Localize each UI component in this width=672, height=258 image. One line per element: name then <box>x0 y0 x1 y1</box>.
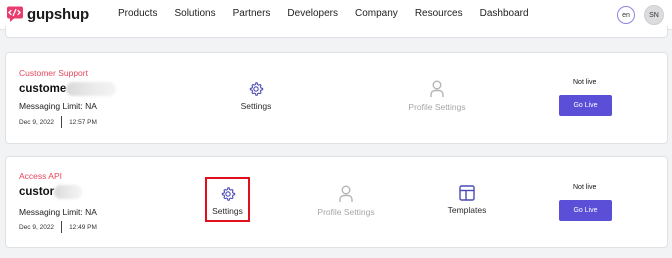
profile-settings-button[interactable]: Profile Settings <box>401 80 473 112</box>
date-divider <box>61 221 63 233</box>
brand-logo[interactable]: gupshup <box>6 5 89 23</box>
gear-icon <box>249 82 264 96</box>
go-live-button[interactable]: Go Live <box>559 200 612 221</box>
profile-settings-label: Profile Settings <box>317 207 375 217</box>
app-type-label: Access API <box>19 171 62 181</box>
app-name: custome <box>19 83 67 95</box>
nav-solutions[interactable]: Solutions <box>174 8 215 19</box>
app-card-partial <box>5 26 668 38</box>
go-live-button[interactable]: Go Live <box>559 95 612 116</box>
templates-label: Templates <box>447 205 487 215</box>
messaging-limit: Messaging Limit: NA <box>19 207 97 217</box>
nav-company[interactable]: Company <box>355 8 398 19</box>
app-card-customer-support: Customer Support custome Messaging Limit… <box>5 52 668 144</box>
gear-icon <box>221 187 235 201</box>
profile-settings-label: Profile Settings <box>408 102 466 112</box>
nav-partners[interactable]: Partners <box>233 8 271 19</box>
app-type-label: Customer Support <box>19 68 88 78</box>
date-divider <box>61 116 63 128</box>
created-time: 12:49 PM <box>69 223 97 231</box>
live-status: Not live <box>573 79 597 86</box>
settings-label: Settings <box>212 206 243 216</box>
created-date-row: Dec 9, 2022 12:57 PM <box>19 116 97 128</box>
gupshup-logo-icon <box>7 6 23 22</box>
redacted-text <box>66 82 117 96</box>
nav-resources[interactable]: Resources <box>415 8 463 19</box>
settings-button[interactable]: Settings <box>208 186 247 216</box>
templates-button[interactable]: Templates <box>442 185 492 215</box>
app-name: custor <box>19 186 55 198</box>
person-icon <box>339 185 353 202</box>
redacted-text <box>54 185 83 199</box>
layout-template-icon <box>459 185 475 201</box>
settings-button[interactable]: Settings <box>236 81 276 111</box>
live-status: Not live <box>573 184 597 191</box>
settings-label: Settings <box>240 101 272 111</box>
created-date: Dec 9, 2022 <box>19 118 55 126</box>
brand-name: gupshup <box>27 5 89 23</box>
nav-products[interactable]: Products <box>118 8 157 19</box>
nav-developers[interactable]: Developers <box>287 8 338 19</box>
app-name-row: custor <box>19 185 83 199</box>
user-avatar[interactable]: SN <box>644 5 664 25</box>
app-card-access-api: Access API custor Messaging Limit: NA De… <box>5 156 668 248</box>
created-time: 12:57 PM <box>69 118 97 126</box>
person-icon <box>430 80 444 97</box>
created-date-row: Dec 9, 2022 12:49 PM <box>19 221 97 233</box>
nav-dashboard[interactable]: Dashboard <box>480 8 529 19</box>
language-selector[interactable]: en <box>617 6 635 24</box>
created-date: Dec 9, 2022 <box>19 223 55 231</box>
profile-settings-button[interactable]: Profile Settings <box>310 185 382 217</box>
main-nav: Products Solutions Partners Developers C… <box>118 8 546 19</box>
messaging-limit: Messaging Limit: NA <box>19 101 97 111</box>
app-name-row: custome <box>19 82 117 96</box>
